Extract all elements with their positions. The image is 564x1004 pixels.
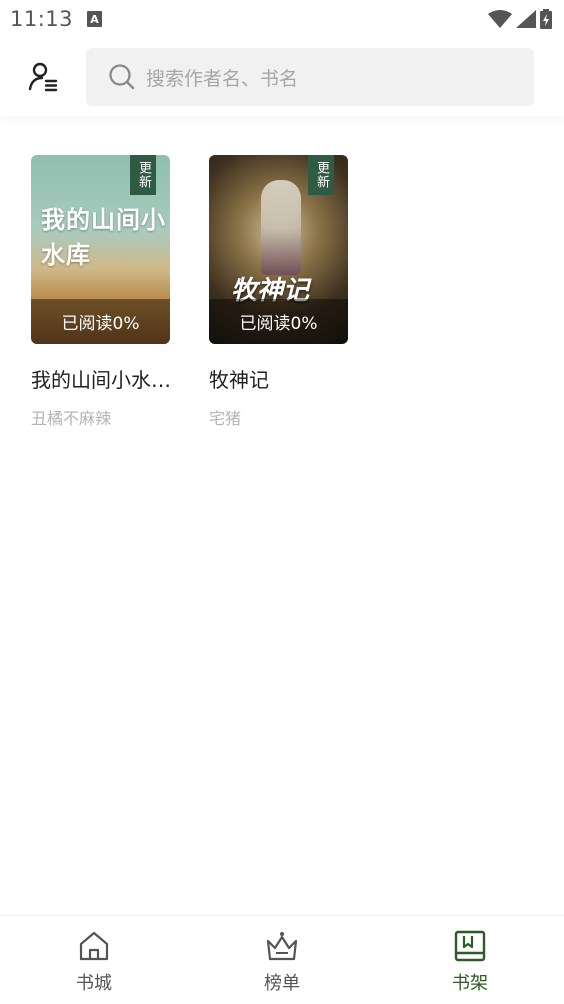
crown-icon — [266, 932, 298, 961]
nav-item-bookshelf[interactable]: 书架 — [376, 916, 564, 1004]
book-cover[interactable]: 牧神记 更新 已阅读0% — [209, 155, 348, 344]
nav-label: 书城 — [76, 973, 112, 994]
search-icon — [109, 64, 135, 90]
cover-figure — [261, 180, 301, 275]
status-right — [488, 9, 552, 29]
book-author: 丑橘不麻辣 — [31, 409, 112, 428]
nav-item-ranking[interactable]: 榜单 — [188, 916, 376, 1004]
battery-icon — [540, 9, 552, 29]
reading-progress: 已阅读0% — [31, 299, 170, 344]
update-badge: 更新 — [130, 155, 156, 195]
home-icon — [79, 931, 109, 961]
wifi-icon — [488, 10, 512, 28]
book-title[interactable]: 我的山间小水… — [31, 364, 181, 393]
status-time: 11:13 — [10, 7, 74, 31]
bookshelf-icon — [454, 930, 486, 962]
update-badge: 更新 — [308, 155, 334, 195]
signal-icon — [516, 10, 536, 28]
user-list-icon — [28, 62, 58, 92]
nav-label: 榜单 — [264, 973, 300, 994]
nav-item-bookstore[interactable]: 书城 — [0, 916, 188, 1004]
book-item[interactable]: 牧神记 更新 已阅读0% 牧神记 宅猪 — [209, 155, 359, 429]
search-placeholder: 搜索作者名、书名 — [146, 67, 299, 90]
header: 搜索作者名、书名 — [0, 38, 564, 116]
nav-label: 书架 — [452, 973, 488, 994]
notification-app-icon: A — [87, 11, 103, 27]
search-input[interactable]: 搜索作者名、书名 — [86, 48, 534, 106]
book-cover[interactable]: 我的山间小水库 更新 已阅读0% — [31, 155, 170, 344]
status-bar: 11:13 A — [0, 0, 564, 38]
book-title[interactable]: 牧神记 — [209, 364, 359, 393]
user-menu-button[interactable] — [22, 55, 66, 99]
bottom-nav: 书城 榜单 书架 — [0, 915, 564, 1004]
book-item[interactable]: 我的山间小水库 更新 已阅读0% 我的山间小水… 丑橘不麻辣 — [31, 155, 181, 429]
status-left: 11:13 A — [10, 7, 103, 31]
cover-title: 我的山间小水库 — [41, 206, 166, 269]
book-author: 宅猪 — [209, 409, 242, 428]
reading-progress: 已阅读0% — [209, 299, 348, 344]
